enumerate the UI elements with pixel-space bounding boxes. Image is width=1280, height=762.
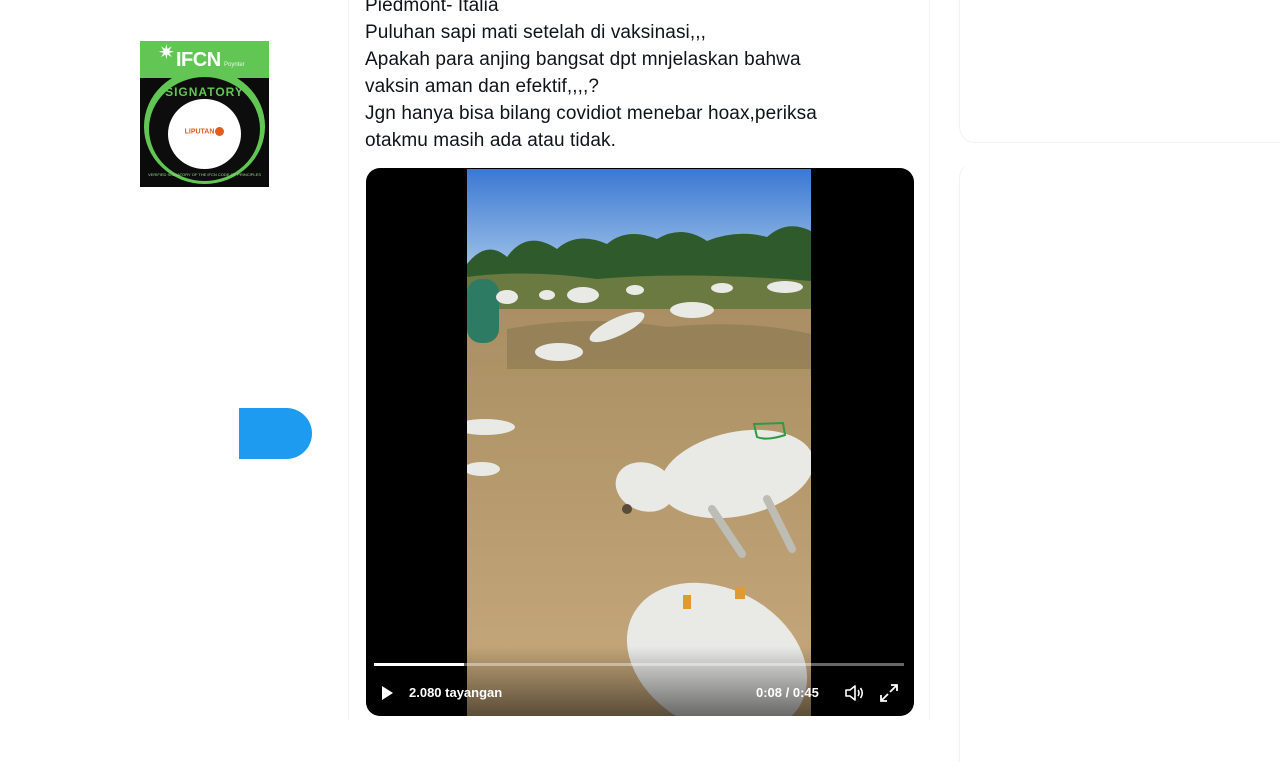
video-view-count: 2.080 tayangan [409,685,503,700]
video-frame[interactable] [467,169,811,716]
play-icon[interactable] [378,684,396,702]
badge-brand-sub: Poynter [224,62,245,68]
video-time: 0:08 / 0:45 [756,685,819,700]
partner-logo: LIPUTAN [168,127,241,136]
video-scene-cows [467,169,811,716]
tweet-line: Piedmont- Italia [365,0,499,16]
badge-signatory-text: SIGNATORY [165,85,244,99]
sidebar-card-top [959,0,1280,143]
video-progress-bar[interactable] [374,663,904,666]
timeline-border-right [929,0,930,720]
badge-brand: IFCN [176,49,221,71]
fullscreen-icon[interactable] [879,683,899,703]
tweet-line: Jgn hanya bisa bilang covidiot menebar h… [365,103,817,124]
tweet-button[interactable] [239,408,312,459]
star-icon: ✷ [158,42,175,64]
badge-small-text: VERIFIED SIGNATORY OF THE IFCN CODE OF P… [148,172,261,177]
badge-partner-circle: LIPUTAN [168,99,241,169]
sidebar-card-bottom [959,162,1280,762]
tweet-line: Puluhan sapi mati setelah di vaksinasi,,… [365,22,707,43]
ifcn-signatory-badge: ✷ IFCN Poynter SIGNATORY LIPUTAN VERIFIE… [140,41,269,187]
video-controls-shade [366,646,914,716]
timeline-border-left [348,0,349,720]
tweet-line: vaksin aman dan efektif,,,,? [365,76,600,97]
tweet-text: Piedmont- Italia Puluhan sapi mati setel… [365,0,905,154]
partner-logo-icon [215,127,225,136]
video-progress-fill [374,663,465,666]
volume-icon[interactable] [844,683,866,703]
tweet-line: Apakah para anjing bangsat dpt mnjelaska… [365,49,801,70]
video-player[interactable]: 2.080 tayangan 0:08 / 0:45 [366,168,914,716]
tweet-line: otakmu masih ada atau tidak. [365,130,616,151]
partner-logo-text: LIPUTAN [184,128,215,136]
